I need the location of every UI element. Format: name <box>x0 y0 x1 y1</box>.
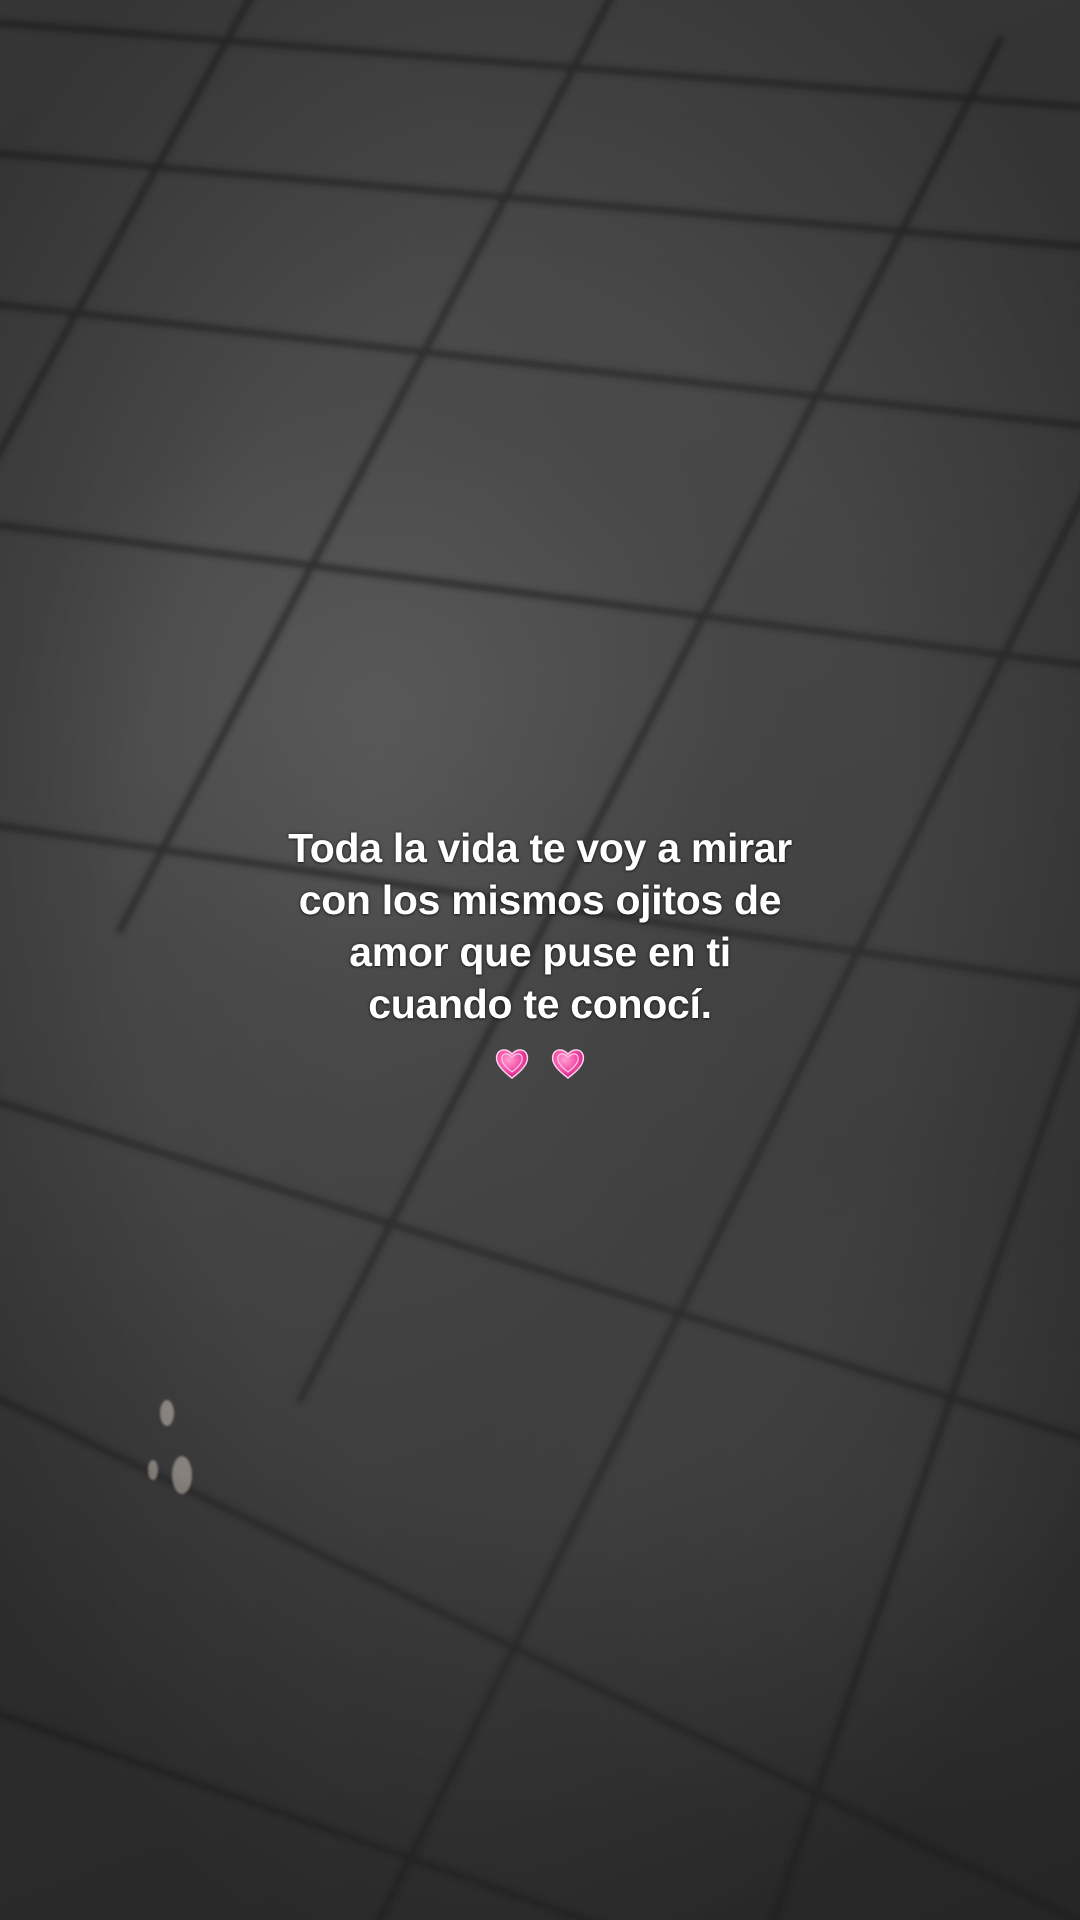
overlay-caption: Toda la vida te voy a mirar con los mism… <box>140 822 940 1080</box>
background-photo: Toda la vida te voy a mirar con los mism… <box>0 0 1080 1920</box>
floor-scuff <box>160 1400 174 1426</box>
caption-line: con los mismos ojitos de <box>298 877 782 923</box>
floor-scuff <box>172 1456 192 1494</box>
beating-heart-icon <box>551 1049 584 1080</box>
beating-heart-icon <box>496 1049 529 1080</box>
caption-line: cuando te conocí. <box>368 981 712 1027</box>
heart-emojis <box>140 1034 940 1080</box>
floor-scuff <box>148 1460 158 1480</box>
caption-line: amor que puse en ti <box>349 929 731 975</box>
caption-line: Toda la vida te voy a mirar <box>288 825 792 871</box>
